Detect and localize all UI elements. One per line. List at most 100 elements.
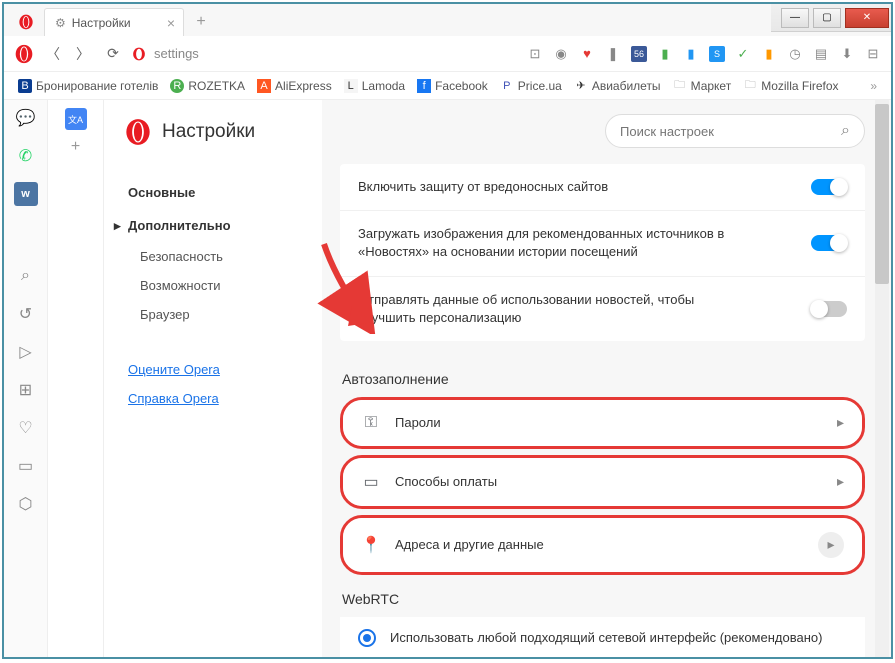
bookmark-item[interactable]: L Lamoda <box>344 79 405 93</box>
speed-dial-icon[interactable]: ⊞ <box>14 378 38 402</box>
bookmark-item[interactable]: PPrice.ua <box>500 79 562 93</box>
search-input[interactable] <box>620 124 833 139</box>
bookmark-item[interactable]: 🗀Mozilla Firefox <box>743 79 838 93</box>
bookmark-item[interactable]: BБронирование готелів <box>18 79 158 93</box>
url-text: settings <box>154 46 199 61</box>
opera-menu-icon[interactable] <box>14 44 34 64</box>
settings-navigation: Настройки Основные Дополнительно Безопас… <box>104 100 322 657</box>
bookmarks-overflow-icon[interactable]: » <box>870 79 877 93</box>
bookmark-item[interactable]: fFacebook <box>417 79 488 93</box>
nav-rate-opera[interactable]: Оцените Opera <box>104 355 322 384</box>
settings-header: Настройки <box>104 118 322 176</box>
search-icon[interactable]: ⌕ <box>14 264 38 288</box>
setting-malware-protection: Включить защиту от вредоносных сайтов <box>340 164 865 211</box>
autofill-payment[interactable]: ▭ Способы оплаты ▸ <box>343 458 862 506</box>
address-field[interactable]: settings <box>132 46 519 61</box>
setting-usage-data: Отправлять данные об использовании новос… <box>340 277 865 341</box>
bookmark-label: Price.ua <box>518 79 562 93</box>
maximize-button[interactable]: ▢ <box>813 8 841 28</box>
download-icon[interactable]: ⬇ <box>839 46 855 62</box>
messenger-icon[interactable]: 💬 <box>14 106 38 130</box>
whatsapp-icon[interactable]: ✆ <box>14 144 38 168</box>
setting-news-images: Загружать изображения для рекомендованны… <box>340 211 865 276</box>
nav-advanced[interactable]: Дополнительно <box>104 209 322 242</box>
extensions-icon[interactable]: ⬡ <box>14 492 38 516</box>
chevron-right-icon: ▸ <box>837 414 844 431</box>
ext-badge-2[interactable]: S <box>709 46 725 62</box>
nav-basic[interactable]: Основные <box>104 176 322 209</box>
highlight-passwords: ⚿ Пароли ▸ <box>340 397 865 449</box>
easy-setup-icon[interactable]: ⊟ <box>865 46 881 62</box>
nav-browser[interactable]: Браузер <box>104 300 322 329</box>
site-identity-icon <box>132 47 146 61</box>
ext-icon-9[interactable]: ▤ <box>813 46 829 62</box>
toggle-news-images[interactable] <box>811 235 847 251</box>
scrollbar-thumb[interactable] <box>875 104 889 284</box>
highlight-addresses: 📍 Адреса и другие данные ▸ <box>340 515 865 575</box>
tab-bar: ⚙ Настройки × + <box>4 4 891 36</box>
nav-help-opera[interactable]: Справка Opera <box>104 384 322 413</box>
webrtc-option-1[interactable]: Использовать любой подходящий сетевой ин… <box>340 617 865 657</box>
ext-icon-5[interactable]: ▮ <box>683 46 699 62</box>
autofill-label: Способы оплаты <box>395 474 837 489</box>
ext-icon-2[interactable]: ◉ <box>553 46 569 62</box>
autofill-addresses[interactable]: 📍 Адреса и другие данные ▸ <box>343 518 862 572</box>
setting-label: Отправлять данные об использовании новос… <box>358 291 738 327</box>
bookmark-item[interactable]: RROZETKA <box>170 79 245 93</box>
folder-icon: 🗀 <box>743 79 757 93</box>
history-icon[interactable]: ↺ <box>14 302 38 326</box>
radio-button[interactable] <box>358 629 376 647</box>
settings-content: ⌕ Включить защиту от вредоносных сайтов … <box>322 100 891 657</box>
add-workspace-button[interactable]: + <box>65 136 87 158</box>
ext-badge-1[interactable]: 56 <box>631 46 647 62</box>
address-bar: 〈 〉 ⟳ settings ⊡ ◉ ♥ ❚ 56 ▮ ▮ S ✓ ▮ ◷ ▤ … <box>4 36 891 72</box>
minimize-button[interactable]: — <box>781 8 809 28</box>
translate-icon[interactable]: 文A <box>65 108 87 130</box>
autofill-label: Адреса и другие данные <box>395 537 818 552</box>
bookmark-item[interactable]: 🗀 Маркет <box>673 79 732 93</box>
tab-close-icon[interactable]: × <box>167 15 175 31</box>
privacy-section: Включить защиту от вредоносных сайтов За… <box>340 164 865 341</box>
heart-icon[interactable]: ♥ <box>579 46 595 62</box>
key-icon: ⚿ <box>361 414 381 432</box>
chevron-right-icon: ▸ <box>837 473 844 490</box>
toggle-usage-data[interactable] <box>811 301 847 317</box>
ext-icon-8[interactable]: ◷ <box>787 46 803 62</box>
bookmark-item[interactable]: AAliExpress <box>257 79 332 93</box>
section-title-webrtc: WebRTC <box>340 581 865 617</box>
forward-button[interactable]: 〉 <box>72 43 94 65</box>
ext-icon-3[interactable]: ❚ <box>605 46 621 62</box>
radio-label: Использовать любой подходящий сетевой ин… <box>390 630 822 645</box>
bookmark-icon: R <box>170 79 184 93</box>
gear-icon: ⚙ <box>55 16 66 30</box>
location-pin-icon: 📍 <box>361 535 381 555</box>
bookmark-item[interactable]: ✈Авиабилеты <box>574 79 661 93</box>
new-tab-button[interactable]: + <box>190 11 212 33</box>
window-controls: — ▢ ✕ <box>771 4 891 32</box>
reload-button[interactable]: ⟳ <box>102 43 124 65</box>
sidebar-strip: 💬 ✆ w ⌕ ↺ ▷ ⊞ ♡ ▭ ⬡ <box>4 100 48 657</box>
nav-features[interactable]: Возможности <box>104 271 322 300</box>
tab-settings[interactable]: ⚙ Настройки × <box>44 8 184 36</box>
bookmark-label: Lamoda <box>362 79 405 93</box>
folder-icon: 🗀 <box>673 79 687 93</box>
ext-icon-1[interactable]: ⊡ <box>527 46 543 62</box>
credit-card-icon: ▭ <box>361 472 381 492</box>
window-close-button[interactable]: ✕ <box>845 8 889 28</box>
vk-icon[interactable]: w <box>14 182 38 206</box>
toggle-malware-protection[interactable] <box>811 179 847 195</box>
bookmark-icon: L <box>344 79 358 93</box>
send-icon[interactable]: ▷ <box>14 340 38 364</box>
bookmark-label: Маркет <box>691 79 732 93</box>
bookmark-label: Facebook <box>435 79 488 93</box>
opera-logo-icon <box>124 118 152 146</box>
back-button[interactable]: 〈 <box>42 43 64 65</box>
autofill-passwords[interactable]: ⚿ Пароли ▸ <box>343 400 862 446</box>
ext-icon-4[interactable]: ▮ <box>657 46 673 62</box>
search-settings-box[interactable]: ⌕ <box>605 114 865 148</box>
bookmarks-icon[interactable]: ♡ <box>14 416 38 440</box>
personal-news-icon[interactable]: ▭ <box>14 454 38 478</box>
ext-icon-6[interactable]: ✓ <box>735 46 751 62</box>
nav-security[interactable]: Безопасность <box>104 242 322 271</box>
ext-icon-7[interactable]: ▮ <box>761 46 777 62</box>
